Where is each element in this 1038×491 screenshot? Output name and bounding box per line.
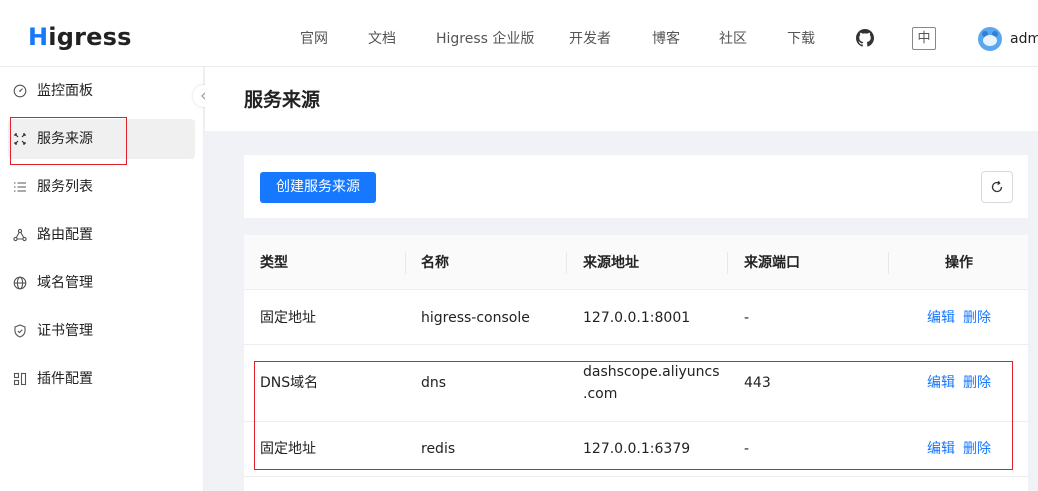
cell-name: higress-console — [421, 310, 530, 326]
sidebar-item-label: 域名管理 — [37, 275, 93, 291]
sidebar-item-label: 监控面板 — [37, 83, 93, 99]
top-header: Higress 官网 文档 Higress 企业版 开发者 博客 社区 下载 中… — [0, 0, 1038, 67]
cell-type: 固定地址 — [260, 310, 316, 326]
user-name[interactable]: adm — [1010, 29, 1038, 49]
sidebar-item-label: 服务列表 — [37, 179, 93, 195]
create-service-source-button[interactable]: 创建服务来源 — [260, 172, 376, 203]
nav-enterprise[interactable]: Higress 企业版 — [436, 29, 534, 49]
github-icon[interactable] — [856, 29, 874, 47]
highlight-box-sidebar — [10, 117, 127, 165]
table-row: 固定地址 higress-console 127.0.0.1:8001 - 编辑… — [244, 290, 1028, 345]
delete-link[interactable]: 删除 — [963, 307, 991, 329]
column-header-actions: 操作 — [945, 255, 973, 271]
nav-blog[interactable]: 博客 — [652, 29, 680, 49]
nav-official-site[interactable]: 官网 — [300, 29, 328, 49]
sidebar-item-plugin-config[interactable]: 插件配置 — [0, 359, 204, 399]
refresh-icon — [991, 180, 1003, 193]
column-divider — [888, 252, 889, 274]
cell-port: - — [744, 310, 750, 326]
page-header: 服务来源 — [205, 67, 1038, 131]
table-header: 类型 名称 来源地址 来源端口 操作 — [244, 235, 1028, 290]
sidebar-item-label: 路由配置 — [37, 227, 93, 243]
column-divider — [566, 252, 567, 274]
user-avatar[interactable] — [978, 27, 1002, 51]
column-header-type[interactable]: 类型 — [260, 254, 288, 272]
column-header-name[interactable]: 名称 — [421, 254, 449, 272]
sidebar-item-domain-management[interactable]: 域名管理 — [0, 263, 204, 303]
nav-download[interactable]: 下载 — [787, 29, 815, 49]
plugin-icon — [13, 372, 27, 386]
sidebar-item-certificate-management[interactable]: 证书管理 — [0, 311, 204, 351]
globe-icon — [13, 276, 27, 290]
column-divider — [405, 252, 406, 274]
language-toggle[interactable]: 中 — [912, 27, 936, 50]
cell-address: 127.0.0.1:8001 — [583, 310, 691, 326]
nav-community[interactable]: 社区 — [719, 29, 747, 49]
sidebar-item-route-config[interactable]: 路由配置 — [0, 215, 204, 255]
sidebar-item-service-list[interactable]: 服务列表 — [0, 167, 204, 207]
dashboard-icon — [13, 84, 27, 98]
column-header-port[interactable]: 来源端口 — [744, 254, 800, 272]
nav-developers[interactable]: 开发者 — [569, 29, 611, 49]
list-icon — [14, 182, 26, 192]
column-divider — [727, 252, 728, 274]
edit-link[interactable]: 编辑 — [927, 307, 955, 329]
refresh-button[interactable] — [981, 171, 1013, 203]
sidebar-item-label: 证书管理 — [37, 323, 93, 339]
route-icon — [13, 228, 27, 242]
column-header-address[interactable]: 来源地址 — [583, 254, 639, 272]
sidebar-item-label: 插件配置 — [37, 371, 93, 387]
nav-docs[interactable]: 文档 — [368, 29, 396, 49]
highlight-box-rows — [254, 361, 1013, 470]
toolbar: 创建服务来源 — [244, 155, 1028, 218]
avatar-face — [983, 35, 997, 46]
page-title: 服务来源 — [244, 89, 321, 111]
logo-text: Higress — [28, 23, 132, 51]
shield-icon — [14, 324, 26, 338]
sidebar-item-dashboard[interactable]: 监控面板 — [0, 71, 204, 111]
higress-logo[interactable]: Higress — [28, 22, 132, 52]
